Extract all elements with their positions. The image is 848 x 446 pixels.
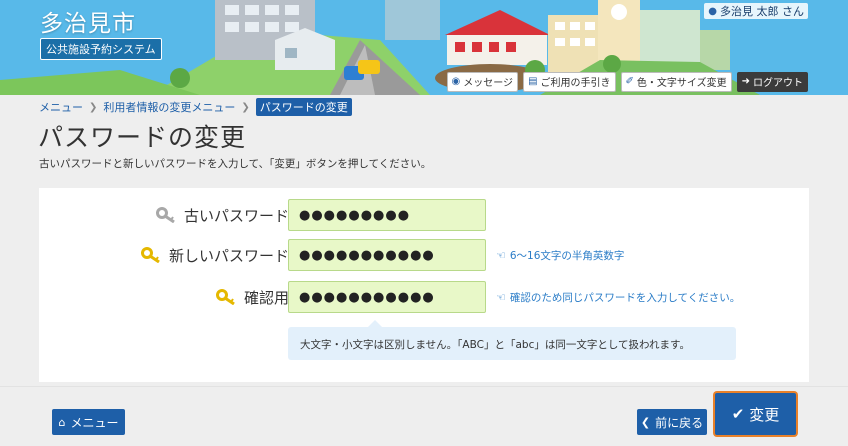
new-password-hint: ☜ 6～16文字の半角英数字 <box>496 248 624 263</box>
form-row-new-password: 新しいパスワード 必須 ☜ 6～16文字の半角英数字 <box>39 239 809 271</box>
logout-button[interactable]: ➜ ログアウト <box>736 72 808 92</box>
breadcrumb-menu[interactable]: メニュー <box>39 99 83 115</box>
book-icon: ▤ <box>528 76 538 87</box>
new-password-input[interactable] <box>288 239 486 271</box>
logout-label: ログアウト <box>753 78 803 89</box>
page-description: 古いパスワードと新しいパスワードを入力して、「変更」ボタンを押してください。 <box>39 158 432 170</box>
guide-label: ご利用の手引き <box>540 78 611 89</box>
user-info: ● 多治見 太郎 さん <box>704 3 808 19</box>
message-label: メッセージ <box>463 78 514 89</box>
submit-button[interactable]: ✔ 変更 <box>715 393 796 435</box>
message-button[interactable]: ◉ メッセージ <box>446 72 519 92</box>
site-title[interactable]: 多治見市 <box>40 4 136 38</box>
logout-icon: ➜ <box>741 76 750 87</box>
page-title: パスワードの変更 <box>38 123 247 152</box>
user-icon: ● <box>708 5 717 17</box>
chevron-right-icon: ❯ <box>241 101 250 113</box>
confirm-password-hint: ☜ 確認のため同じパスワードを入力してください。 <box>496 290 740 305</box>
breadcrumb: メニュー ❯ 利用者情報の変更メニュー ❯ パスワードの変更 <box>39 98 352 116</box>
old-password-input[interactable] <box>288 199 486 231</box>
confirm-password-input[interactable] <box>288 281 486 313</box>
submit-button-label: 変更 <box>749 405 780 424</box>
back-button-label: 前に戻る <box>655 415 704 430</box>
menu-button-label: メニュー <box>70 415 119 430</box>
check-icon: ✔ <box>731 405 745 423</box>
display-settings-button[interactable]: ✐ 色・文字サイズ変更 <box>620 72 732 92</box>
key-icon <box>215 289 235 305</box>
menu-button[interactable]: ⌂ メニュー <box>52 409 125 435</box>
back-button[interactable]: ❮ 前に戻る <box>637 409 707 435</box>
user-name: 多治見 太郎 さん <box>720 5 804 18</box>
site-subtitle: 公共施設予約システム <box>40 38 162 60</box>
guide-button[interactable]: ▤ ご利用の手引き <box>523 72 616 92</box>
key-icon <box>140 247 160 263</box>
chevron-left-icon: ❮ <box>640 415 651 429</box>
new-password-label: 新しいパスワード <box>168 246 289 265</box>
old-password-label: 古いパスワード <box>183 206 289 225</box>
key-icon <box>155 207 175 223</box>
new-password-hint-text: 6～16文字の半角英数字 <box>509 250 625 262</box>
brush-icon: ✐ <box>625 76 634 87</box>
speech-bubble-icon: ◉ <box>451 76 461 87</box>
divider <box>0 386 848 387</box>
confirm-password-hint-text: 確認のため同じパスワードを入力してください。 <box>509 292 741 304</box>
form-row-old-password: 古いパスワード 必須 <box>39 199 809 231</box>
confirm-password-label: 確認用 <box>243 288 289 307</box>
breadcrumb-user-info-menu[interactable]: 利用者情報の変更メニュー <box>103 99 235 115</box>
site-header: 多治見市 公共施設予約システム ● 多治見 太郎 さん ◉ メッセージ ▤ ご利… <box>0 0 848 95</box>
chevron-right-icon: ❯ <box>89 101 98 113</box>
case-insensitive-note: 大文字・小文字は区別しません。「ABC」と「abc」は同一文字として扱われます。 <box>288 320 736 360</box>
password-form: 古いパスワード 必須 新しいパスワード 必須 ☜ 6～16文字の半角英数字 <box>39 188 809 382</box>
pointing-hand-icon: ☜ <box>496 291 506 304</box>
pointing-hand-icon: ☜ <box>496 249 506 262</box>
header-links: ◉ メッセージ ▤ ご利用の手引き ✐ 色・文字サイズ変更 ➜ ログアウト <box>446 72 808 92</box>
form-row-confirm-password: 確認用 必須 ☜ 確認のため同じパスワードを入力してください。 <box>39 281 809 313</box>
display-settings-label: 色・文字サイズ変更 <box>636 78 727 89</box>
home-icon: ⌂ <box>58 415 66 429</box>
breadcrumb-current: パスワードの変更 <box>255 98 352 116</box>
